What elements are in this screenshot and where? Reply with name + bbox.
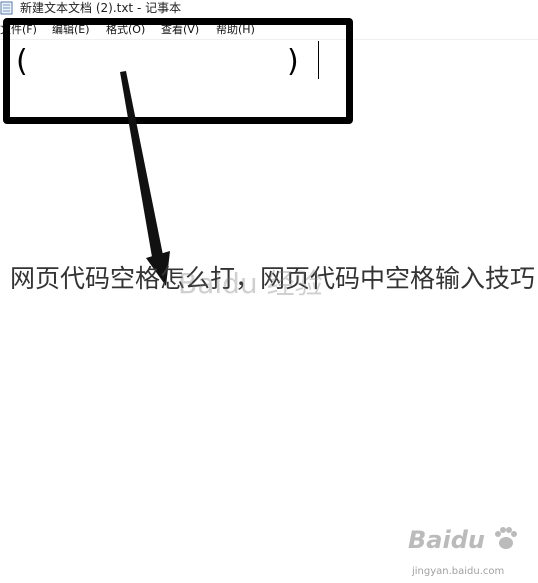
baidu-jingyan-logo: Baidu bbox=[408, 526, 520, 554]
arrow-shaft bbox=[120, 71, 163, 257]
paw-icon bbox=[495, 527, 518, 549]
baidu-brand-text: Baidu bbox=[408, 526, 485, 554]
site-url: jingyan.baidu.com bbox=[412, 566, 505, 577]
watermark-center: Baidu 经验 bbox=[178, 267, 323, 300]
